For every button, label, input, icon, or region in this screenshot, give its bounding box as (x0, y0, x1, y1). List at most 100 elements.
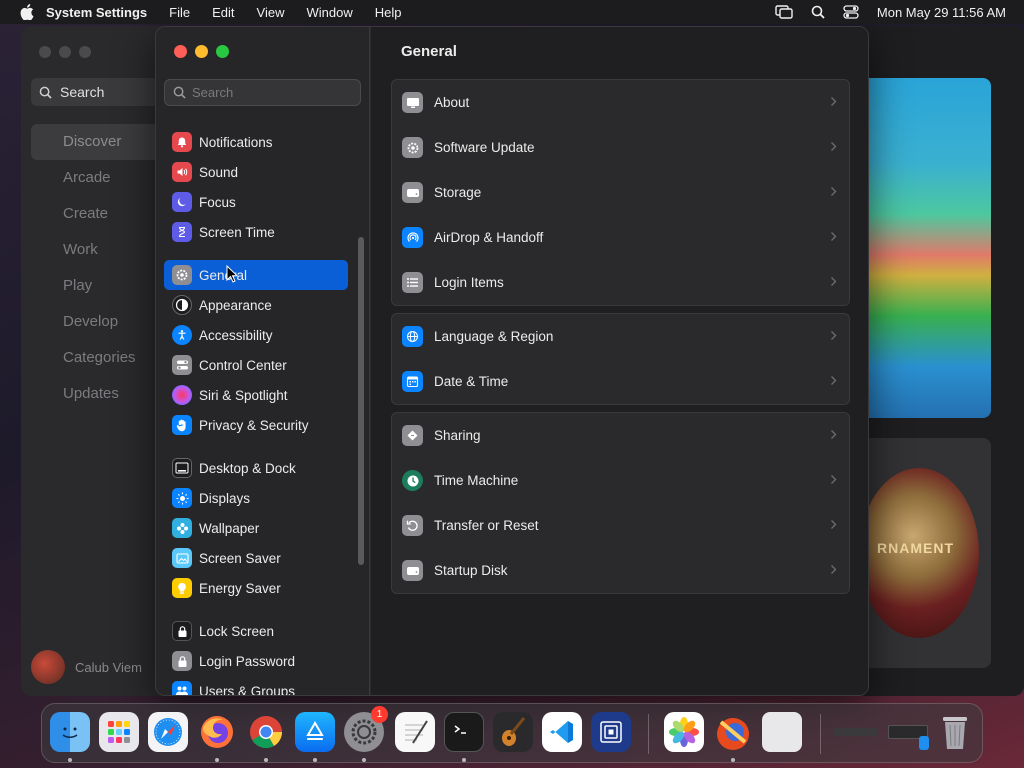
dock-garageband[interactable] (493, 710, 533, 754)
search-input[interactable] (192, 85, 352, 100)
dock-app-store[interactable] (295, 710, 335, 762)
lock-icon (172, 621, 192, 641)
gear-icon (172, 265, 192, 285)
sidebar-item-screen-saver[interactable]: Screen Saver (164, 543, 348, 573)
dock-trash[interactable] (935, 710, 975, 754)
sidebar-item-users-groups[interactable]: Users & Groups (164, 676, 348, 695)
dock-separator (820, 714, 821, 754)
sidebar-item-desktop-dock[interactable]: Desktop & Dock (164, 453, 348, 483)
background-user-account[interactable]: Calub Viem (31, 650, 142, 684)
sidebar-item-privacy-security[interactable]: Privacy & Security (164, 410, 348, 440)
bg-nav-work[interactable]: Work (31, 232, 161, 268)
row-software-update[interactable]: Software Update (392, 125, 849, 170)
sidebar-item-focus[interactable]: Focus (164, 187, 348, 217)
menu-edit[interactable]: Edit (212, 5, 234, 20)
row-about[interactable]: About (392, 80, 849, 125)
dock-minimized-window-2[interactable] (886, 710, 930, 754)
bg-nav-categories[interactable]: Categories (31, 340, 161, 376)
row-airdrop-handoff[interactable]: AirDrop & Handoff (392, 215, 849, 260)
bg-nav-develop[interactable]: Develop (31, 304, 161, 340)
hourglass-icon (172, 222, 192, 242)
menu-file[interactable]: File (169, 5, 190, 20)
running-indicator (68, 758, 72, 762)
sidebar-item-accessibility[interactable]: Accessibility (164, 320, 348, 350)
featured-banner-image[interactable] (869, 78, 991, 418)
sidebar-item-notifications[interactable]: Notifications (164, 127, 348, 157)
sidebar-item-displays[interactable]: Displays (164, 483, 348, 513)
row-sharing[interactable]: Sharing (392, 413, 849, 458)
row-login-items[interactable]: Login Items (392, 260, 849, 305)
bg-nav-play[interactable]: Play (31, 268, 161, 304)
menubar-clock[interactable]: Mon May 29 11:56 AM (877, 5, 1006, 20)
users-icon (172, 681, 192, 695)
sidebar-item-screen-time[interactable]: Screen Time (164, 217, 348, 247)
minimized-window-thumbnail (834, 728, 878, 736)
chevron-right-icon (831, 565, 837, 574)
dock-simulator[interactable] (591, 710, 631, 754)
chevron-right-icon (831, 187, 837, 196)
dock-textedit[interactable] (395, 710, 435, 754)
close-button[interactable] (174, 45, 187, 58)
dock-minimized-window-1[interactable] (834, 710, 878, 754)
sidebar-item-appearance[interactable]: Appearance (164, 290, 348, 320)
row-label: About (434, 95, 470, 110)
chevron-right-icon (831, 430, 837, 439)
sidebar-item-general[interactable]: General (164, 260, 348, 290)
row-transfer-reset[interactable]: Transfer or Reset (392, 503, 849, 548)
apple-menu-icon[interactable] (18, 3, 36, 21)
sidebar-item-energy-saver[interactable]: Energy Saver (164, 573, 348, 603)
minimize-button[interactable] (195, 45, 208, 58)
sidebar-item-wallpaper[interactable]: Wallpaper (164, 513, 348, 543)
dock-safari[interactable] (148, 710, 188, 754)
sidebar-item-sound[interactable]: Sound (164, 157, 348, 187)
running-indicator (362, 758, 366, 762)
menu-help[interactable]: Help (375, 5, 402, 20)
sidebar-item-control-center[interactable]: Control Center (164, 350, 348, 380)
bg-nav-arcade[interactable]: Arcade (31, 160, 161, 196)
bg-zoom-button[interactable] (79, 46, 91, 58)
dock-finder[interactable] (50, 710, 90, 762)
dock-chrome[interactable] (246, 710, 286, 762)
row-startup-disk[interactable]: Startup Disk (392, 548, 849, 593)
spotlight-search-icon[interactable] (811, 5, 825, 19)
menu-view[interactable]: View (257, 5, 285, 20)
sidebar-item-login-password[interactable]: Login Password (164, 646, 348, 676)
sidebar-item-lock-screen[interactable]: Lock Screen (164, 616, 348, 646)
bg-nav-discover[interactable]: Discover (31, 124, 161, 160)
bell-icon (172, 132, 192, 152)
sidebar-group-notifications: Notifications Sound Focus Screen Time (164, 127, 348, 247)
general-section-sharing: Sharing Time Machine Transfer or Reset S… (391, 412, 850, 594)
settings-search-field[interactable] (164, 79, 361, 106)
featured-game-card[interactable]: RNAMENT (859, 438, 991, 668)
row-time-machine[interactable]: Time Machine (392, 458, 849, 503)
screen-mirroring-icon[interactable] (775, 5, 793, 19)
bg-minimize-button[interactable] (59, 46, 71, 58)
control-center-icon[interactable] (843, 5, 859, 19)
dock-launchpad[interactable] (99, 710, 139, 754)
background-search-label: Search (60, 84, 105, 100)
sidebar-scrollbar[interactable] (358, 237, 364, 565)
dock-photos[interactable] (664, 710, 704, 754)
zoom-button[interactable] (216, 45, 229, 58)
row-language-region[interactable]: Language & Region (392, 314, 849, 359)
dock-game-app[interactable] (713, 710, 753, 762)
dock-system-settings[interactable]: 1 (344, 706, 388, 762)
sidebar-item-siri-spotlight[interactable]: Siri & Spotlight (164, 380, 348, 410)
page-title: General (401, 43, 457, 60)
dock-firefox[interactable] (197, 710, 237, 762)
speaker-icon (172, 162, 192, 182)
mouse-pointer-icon (226, 265, 238, 283)
background-search-field[interactable]: Search (31, 78, 161, 106)
dock-preview[interactable] (762, 710, 802, 754)
menu-window[interactable]: Window (306, 5, 352, 20)
bg-nav-updates[interactable]: Updates (31, 376, 161, 412)
dock-terminal[interactable] (444, 710, 484, 762)
background-window-controls (39, 46, 91, 58)
bg-close-button[interactable] (39, 46, 51, 58)
row-storage[interactable]: Storage (392, 170, 849, 215)
row-date-time[interactable]: Date & Time (392, 359, 849, 404)
bg-nav-create[interactable]: Create (31, 196, 161, 232)
menu-app-name[interactable]: System Settings (46, 5, 147, 20)
settings-content-pane: General About Software Update Storage Ai… (371, 27, 868, 695)
dock-vscode[interactable] (542, 710, 582, 754)
